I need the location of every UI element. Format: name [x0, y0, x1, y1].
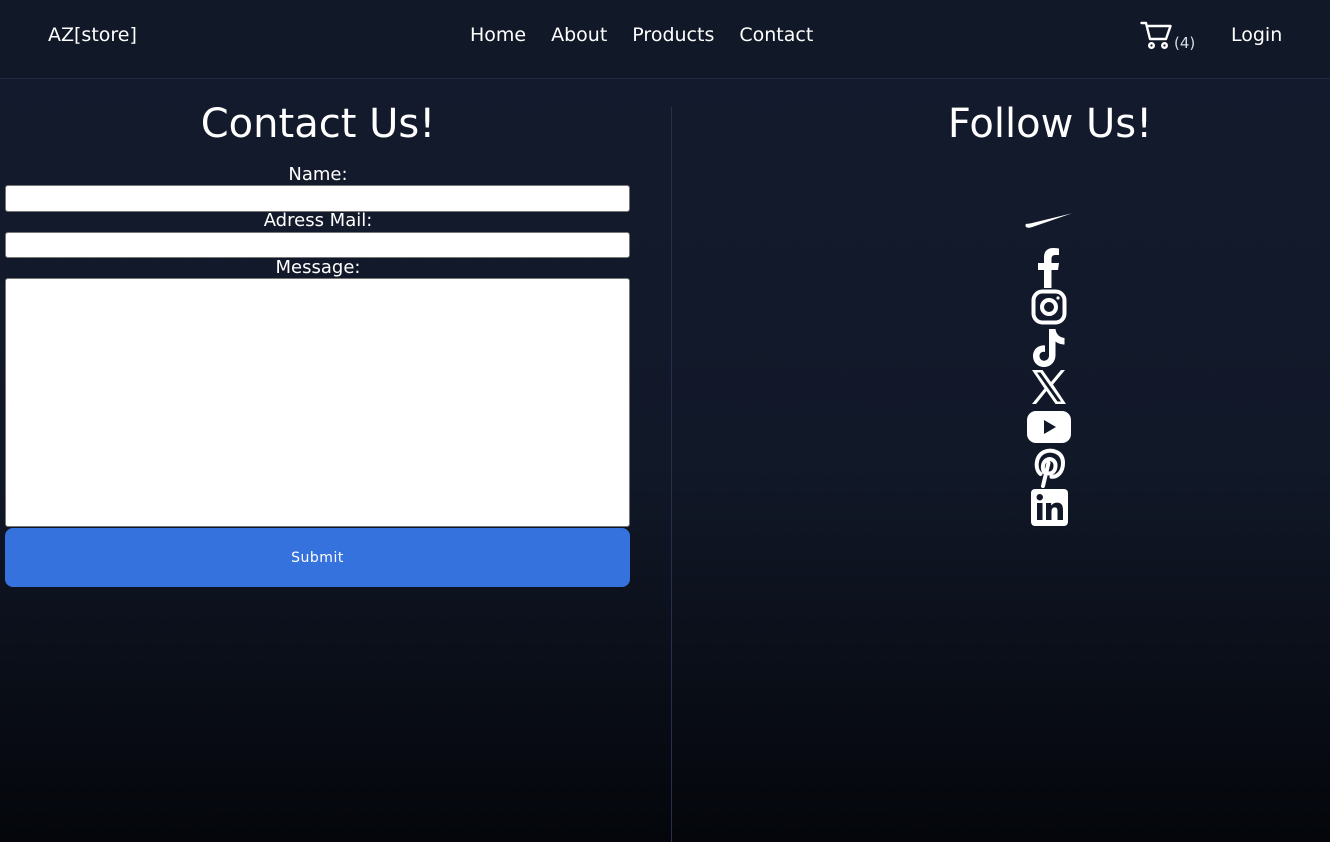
instagram-icon	[1031, 289, 1067, 325]
message-label: Message:	[275, 257, 361, 278]
top-navbar: AZ[store] Home About Products Contact (4…	[0, 0, 1330, 79]
submit-button[interactable]: Submit	[5, 528, 630, 587]
nav-link-home[interactable]: Home	[470, 24, 526, 46]
tiktok-icon	[1033, 329, 1065, 367]
linkedin-icon	[1030, 489, 1068, 526]
youtube-icon	[1027, 411, 1071, 443]
contact-title: Contact Us!	[200, 101, 436, 147]
linkedin-link[interactable]	[1024, 489, 1074, 526]
name-label: Name:	[288, 164, 348, 185]
email-label: Adress Mail:	[263, 210, 373, 231]
facebook-icon	[1038, 248, 1059, 288]
nav-link-contact[interactable]: Contact	[739, 24, 813, 46]
email-input[interactable]	[5, 232, 630, 258]
nav-link-products[interactable]: Products	[632, 24, 714, 46]
nike-icon	[1025, 213, 1073, 228]
facebook-link[interactable]	[1024, 248, 1074, 288]
login-link[interactable]: Login	[1231, 24, 1282, 46]
nav-link-about[interactable]: About	[551, 24, 607, 46]
pinterest-link[interactable]	[1024, 448, 1074, 488]
brand-logo[interactable]: AZ[store]	[48, 24, 137, 46]
cart-count: (4)	[1174, 34, 1196, 52]
pinterest-icon	[1034, 448, 1066, 488]
instagram-link[interactable]	[1024, 289, 1074, 325]
x-icon	[1032, 370, 1066, 404]
nav-links: Home About Products Contact	[470, 24, 813, 46]
youtube-link[interactable]	[1024, 411, 1074, 443]
x-link[interactable]	[1024, 369, 1074, 405]
nike-link[interactable]	[1024, 210, 1074, 230]
message-textarea[interactable]	[5, 278, 630, 527]
cart-button[interactable]: (4)	[1140, 20, 1195, 52]
name-input[interactable]	[5, 185, 630, 212]
section-divider	[671, 107, 672, 842]
follow-title: Follow Us!	[947, 101, 1153, 147]
tiktok-link[interactable]	[1024, 328, 1074, 368]
cart-icon	[1140, 21, 1172, 50]
